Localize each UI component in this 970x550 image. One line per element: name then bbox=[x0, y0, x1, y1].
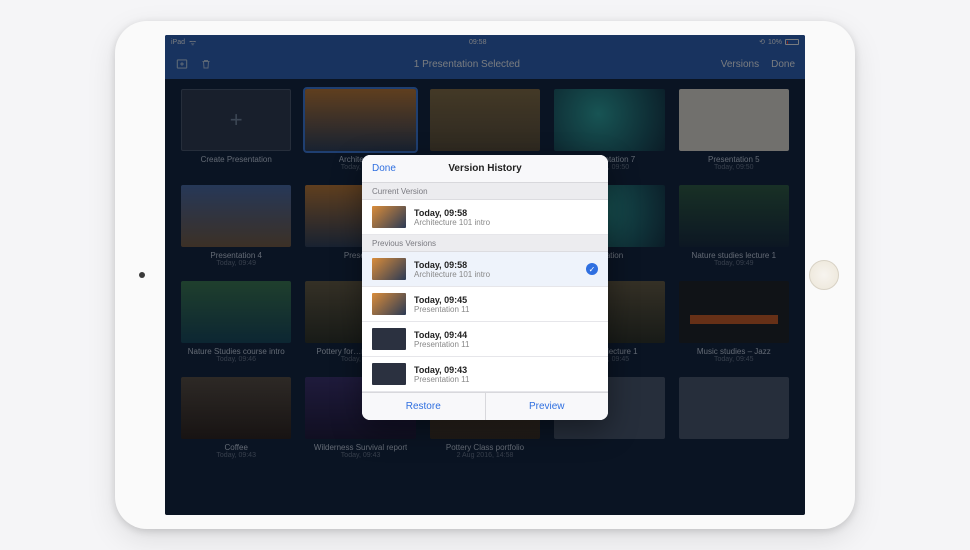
version-time: Today, 09:44 bbox=[414, 330, 469, 340]
version-name: Presentation 11 bbox=[414, 305, 469, 314]
version-thumb bbox=[372, 206, 406, 228]
version-time: Today, 09:58 bbox=[414, 260, 490, 270]
version-time: Today, 09:58 bbox=[414, 208, 490, 218]
version-time: Today, 09:45 bbox=[414, 295, 469, 305]
home-button[interactable] bbox=[809, 260, 839, 290]
ipad-frame: iPad ᯤ 09:58 ⟲ 10% 1 Prese bbox=[115, 21, 855, 529]
previous-versions-label: Previous Versions bbox=[362, 235, 608, 252]
version-time: Today, 09:43 bbox=[414, 365, 469, 375]
version-history-popover: Done Version History Current Version Tod… bbox=[362, 155, 608, 420]
camera-dot bbox=[139, 272, 145, 278]
previous-version-row[interactable]: Today, 09:58Architecture 101 intro ✓ bbox=[362, 252, 608, 287]
previous-version-row[interactable]: Today, 09:44Presentation 11 bbox=[362, 322, 608, 357]
version-name: Architecture 101 intro bbox=[414, 218, 490, 227]
current-version-row[interactable]: Today, 09:58 Architecture 101 intro bbox=[362, 200, 608, 235]
version-thumb bbox=[372, 258, 406, 280]
version-name: Presentation 11 bbox=[414, 375, 469, 384]
popover-title: Version History bbox=[372, 163, 598, 174]
version-name: Architecture 101 intro bbox=[414, 270, 490, 279]
version-name: Presentation 11 bbox=[414, 340, 469, 349]
restore-button[interactable]: Restore bbox=[362, 393, 486, 420]
preview-button[interactable]: Preview bbox=[486, 393, 609, 420]
version-thumb bbox=[372, 363, 406, 385]
version-thumb bbox=[372, 328, 406, 350]
popover-done-button[interactable]: Done bbox=[372, 163, 396, 174]
current-version-label: Current Version bbox=[362, 183, 608, 200]
screen: iPad ᯤ 09:58 ⟲ 10% 1 Prese bbox=[165, 35, 805, 515]
previous-version-row[interactable]: Today, 09:43Presentation 11 bbox=[362, 357, 608, 392]
version-thumb bbox=[372, 293, 406, 315]
previous-version-row[interactable]: Today, 09:45Presentation 11 bbox=[362, 287, 608, 322]
checkmark-icon: ✓ bbox=[586, 263, 598, 275]
